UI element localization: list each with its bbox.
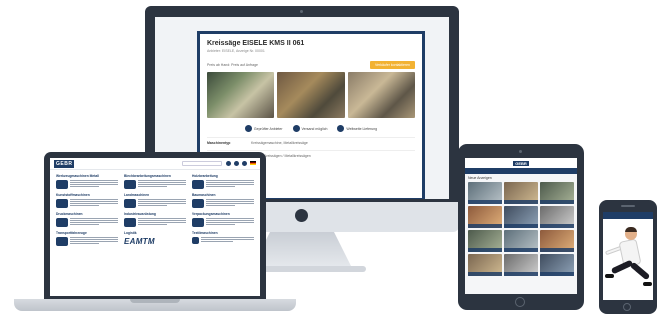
category-card[interactable]: Transportfahrzeuge	[56, 231, 118, 246]
category-title[interactable]: Transportfahrzeuge	[56, 231, 118, 235]
feature-item: Geprüfter Anbieter	[244, 125, 283, 132]
category-title[interactable]: Logistik	[124, 231, 186, 235]
detail-key: Maschinentyp	[207, 141, 231, 145]
feature-item: Weltweite Lieferung	[337, 125, 377, 132]
press-icon	[124, 180, 136, 189]
feature-list: Geprüfter Anbieter Versand möglich Weltw…	[207, 125, 415, 132]
category-card[interactable]: Druckmaschinen	[56, 212, 118, 227]
tablet: GEBR Neue Anzeigen	[458, 144, 584, 310]
detail-value: Kreissägemaschine, Metallkreissäge	[251, 141, 308, 145]
camera-icon	[300, 10, 303, 13]
search-icon[interactable]	[226, 161, 231, 166]
feature-label: Weltweite Lieferung	[346, 126, 378, 131]
listing-card[interactable]	[468, 230, 502, 252]
category-grid: Werkzeugmaschinen Metall Blechbearbeitun…	[50, 170, 260, 250]
site-logo[interactable]: GEBR	[54, 159, 75, 168]
category-title[interactable]: Textilmaschinen	[192, 231, 254, 235]
section-title: Neue Anzeigen	[468, 176, 492, 180]
listing-card[interactable]	[504, 230, 538, 252]
monitor-logo-icon	[295, 209, 308, 222]
feature-item: Versand möglich	[292, 125, 328, 132]
detail-row: Maschinentyp Kreissägemaschine, Metallkr…	[207, 137, 415, 145]
site-logo[interactable]: GEBR	[513, 160, 529, 166]
laptop-notch	[130, 299, 180, 303]
site-header: GEBR	[50, 158, 260, 170]
gears-icon	[124, 218, 136, 227]
category-card[interactable]: Industrieausrüstung	[124, 212, 186, 227]
home-button[interactable]	[515, 297, 525, 307]
listing-subtitle: Anbieter: EISELE, Anzeige Nr. 00001	[207, 49, 265, 53]
category-title[interactable]: Baumaschinen	[192, 193, 254, 197]
social-icon	[192, 237, 199, 244]
listing-card[interactable]	[504, 182, 538, 204]
machine-photo[interactable]	[347, 72, 415, 118]
monitor-stand	[252, 232, 352, 268]
category-title[interactable]: Industrieausrüstung	[124, 212, 186, 216]
listing-card[interactable]	[540, 254, 574, 276]
tablet-screen: GEBR Neue Anzeigen	[465, 158, 577, 294]
laptop-screen: GEBR Werkzeugmaschinen Metall Blechbearb…	[50, 158, 260, 296]
category-title[interactable]: Kunststoffmaschinen	[56, 193, 118, 197]
machine-photo[interactable]	[277, 72, 345, 118]
globe-icon	[337, 125, 345, 132]
category-card[interactable]: Blechbearbeitungsmaschinen	[124, 174, 186, 189]
listing-card[interactable]	[468, 182, 502, 204]
listing-meta: Preis ab Hand: Preis auf Anfrage	[207, 63, 258, 67]
shield-icon	[244, 125, 252, 132]
phone-screen	[603, 212, 653, 300]
listing-card[interactable]	[540, 182, 574, 204]
flag-de-icon[interactable]	[250, 161, 256, 165]
heart-icon[interactable]	[242, 161, 247, 166]
category-title[interactable]: Landmaschinen	[124, 193, 186, 197]
tablet-header: GEBR	[465, 158, 577, 168]
photo-gallery	[207, 72, 415, 118]
box-icon	[192, 218, 204, 227]
listing-title: Kreissäge EISELE KMS II 061	[207, 40, 305, 47]
category-card[interactable]: Logistik EAMTM	[124, 231, 186, 246]
smartphone	[599, 200, 657, 314]
category-card[interactable]: Baumaschinen	[192, 193, 254, 208]
listing-card[interactable]	[468, 254, 502, 276]
saw-icon	[192, 180, 204, 189]
lathe-icon	[56, 180, 68, 189]
listing-card[interactable]	[468, 206, 502, 228]
listing-card[interactable]	[504, 206, 538, 228]
category-card[interactable]: Holzbearbeitung	[192, 174, 254, 189]
category-card[interactable]: Verpackungsmaschinen	[192, 212, 254, 227]
category-card[interactable]: Textilmaschinen	[192, 231, 254, 246]
excavator-icon	[192, 199, 204, 208]
category-card[interactable]: Kunststoffmaschinen	[56, 193, 118, 208]
speaker-icon	[621, 205, 635, 207]
search-input[interactable]	[182, 161, 222, 166]
category-title[interactable]: Druckmaschinen	[56, 212, 118, 216]
partner-logo[interactable]: EAMTM	[124, 237, 155, 246]
printer-icon	[56, 218, 68, 227]
feature-label: Versand möglich	[301, 126, 328, 131]
category-title[interactable]: Blechbearbeitungsmaschinen	[124, 174, 186, 178]
category-title[interactable]: Holzbearbeitung	[192, 174, 254, 178]
listing-card[interactable]	[540, 230, 574, 252]
injection-icon	[56, 199, 68, 208]
truck-icon	[292, 125, 300, 132]
phone-nav-bar[interactable]	[603, 212, 653, 219]
home-button[interactable]	[623, 303, 631, 311]
camera-icon	[519, 150, 522, 153]
category-card[interactable]: Landmaschinen	[124, 193, 186, 208]
category-title[interactable]: Verpackungsmaschinen	[192, 212, 254, 216]
machine-photo[interactable]	[207, 72, 275, 118]
tractor-icon	[124, 199, 136, 208]
laptop: GEBR Werkzeugmaschinen Metall Blechbearb…	[44, 152, 266, 300]
contact-seller-button[interactable]: Verkäufer kontaktieren	[369, 61, 415, 69]
category-title[interactable]: Werkzeugmaschinen Metall	[56, 174, 118, 178]
listing-card[interactable]	[504, 254, 538, 276]
feature-label: Geprüfter Anbieter	[253, 126, 283, 131]
listing-card[interactable]	[540, 206, 574, 228]
category-card[interactable]: Werkzeugmaschinen Metall	[56, 174, 118, 189]
user-icon[interactable]	[234, 161, 239, 166]
truck-icon	[56, 237, 68, 246]
listing-grid	[465, 182, 577, 276]
